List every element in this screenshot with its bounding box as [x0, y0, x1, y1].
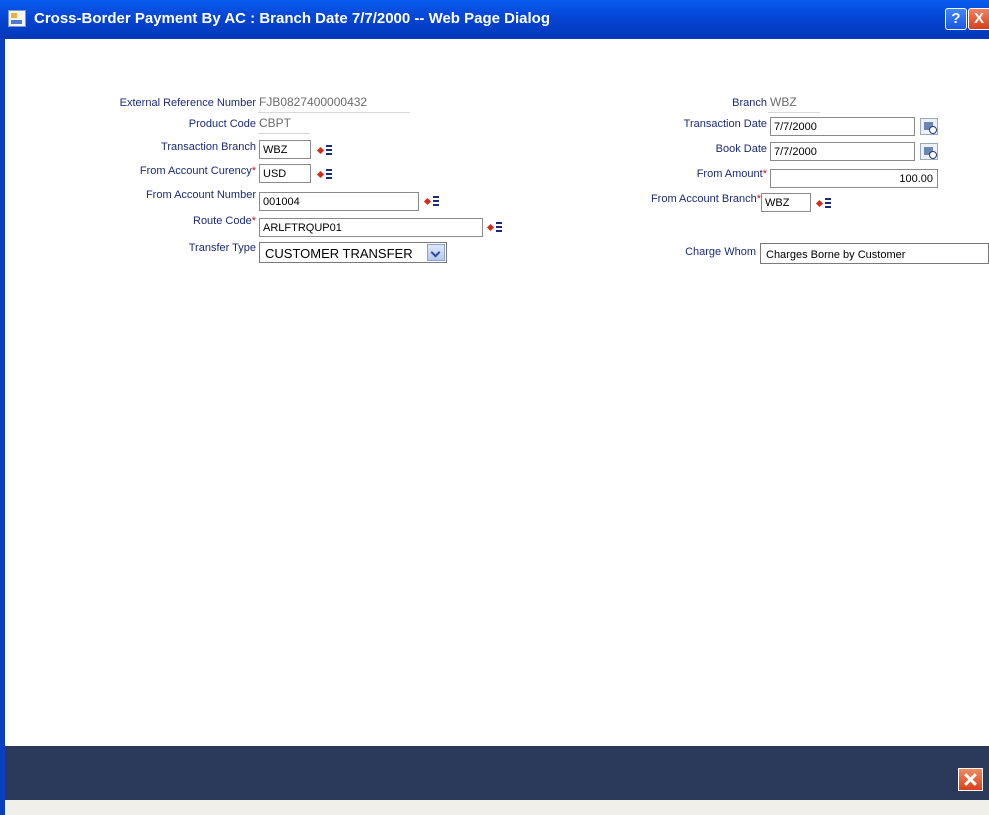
- branch-value: WBZ: [770, 95, 797, 109]
- book-date-label: Book Date: [715, 143, 767, 155]
- product-code-underline: [258, 133, 310, 134]
- calendar-icon[interactable]: [920, 118, 938, 135]
- from-account-currency-lov-icon[interactable]: [316, 166, 335, 182]
- window-frame-left: [0, 39, 5, 815]
- from-account-number-label: From Account Number: [145, 189, 256, 201]
- calendar-icon[interactable]: [920, 143, 938, 160]
- window-icon: [8, 10, 26, 27]
- transaction-date-label: Transaction Date: [683, 118, 767, 130]
- from-account-branch-lov-icon[interactable]: [815, 195, 834, 211]
- required-marker: *: [762, 168, 767, 180]
- from-account-number-lov-icon[interactable]: [423, 193, 442, 209]
- route-code-input[interactable]: ARLFTRQUP01: [259, 218, 483, 237]
- transaction-branch-label: Transaction Branch: [161, 141, 256, 153]
- from-amount-label: From Amount*: [696, 168, 767, 180]
- from-account-branch-label: From Account Branch*: [650, 193, 761, 205]
- status-strip: [5, 800, 989, 815]
- branch-label: Branch: [732, 97, 767, 109]
- transfer-type-label: Transfer Type: [188, 242, 256, 254]
- charge-whom-value: Charges Borne by Customer: [766, 249, 906, 261]
- from-account-currency-input[interactable]: USD: [259, 164, 311, 183]
- footer-bar: [5, 746, 989, 800]
- branch-underline: [768, 112, 820, 113]
- transfer-type-value: CUSTOMER TRANSFER: [265, 246, 413, 261]
- transfer-type-select[interactable]: CUSTOMER TRANSFER: [259, 242, 447, 263]
- from-amount-input[interactable]: 100.00: [770, 169, 938, 188]
- required-marker: *: [251, 215, 256, 227]
- from-account-branch-input[interactable]: WBZ: [761, 193, 811, 212]
- window-title: Cross-Border Payment By AC : Branch Date…: [34, 10, 550, 27]
- transaction-branch-input[interactable]: WBZ: [259, 140, 311, 159]
- chevron-down-icon[interactable]: [427, 244, 445, 261]
- help-button[interactable]: ?: [945, 8, 967, 30]
- charge-whom-label: Charge Whom: [685, 246, 756, 258]
- transaction-date-input[interactable]: 7/7/2000: [770, 117, 915, 136]
- charge-whom-select[interactable]: Charges Borne by Customer: [760, 243, 989, 264]
- external-reference-value: FJB0827400000432: [259, 95, 368, 109]
- close-button[interactable]: X: [968, 8, 989, 30]
- external-reference-label: External Reference Number: [119, 97, 256, 109]
- external-reference-underline: [258, 112, 410, 113]
- product-code-label: Product Code: [188, 118, 256, 130]
- route-code-label: Route Code*: [193, 215, 256, 227]
- transaction-branch-lov-icon[interactable]: [316, 142, 335, 158]
- product-code-value: CBPT: [259, 116, 292, 130]
- from-account-number-input[interactable]: 001004: [259, 192, 419, 211]
- route-code-lov-icon[interactable]: [486, 219, 505, 235]
- book-date-input[interactable]: 7/7/2000: [770, 142, 915, 161]
- exit-icon[interactable]: [958, 768, 983, 791]
- required-marker: *: [251, 165, 256, 177]
- title-bar: Cross-Border Payment By AC : Branch Date…: [0, 0, 989, 39]
- from-account-currency-label: From Account Curency*: [139, 165, 256, 177]
